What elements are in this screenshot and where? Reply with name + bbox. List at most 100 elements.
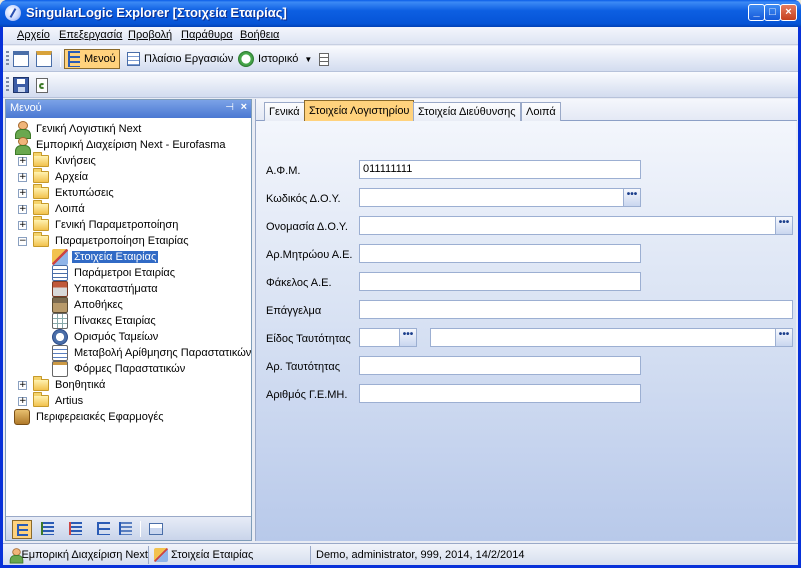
tree-item-company-details[interactable]: Στοιχεία Εταιρίας <box>52 249 160 265</box>
folder-open-icon <box>33 232 49 247</box>
tree-item-label: Υποκαταστήματα <box>74 283 158 295</box>
tree-item-label: Μεταβολή Αρίθμησης Παραστατικών <box>74 347 251 359</box>
tab-general[interactable]: Γενικά <box>264 102 305 121</box>
main-toolbar: Μενού Πλαίσιο Εργασιών Ιστορικό ▼ <box>3 46 798 72</box>
id-type-code-field[interactable]: ••• <box>359 328 417 347</box>
tree-item-label: Λοιπά <box>55 203 85 215</box>
menu-tree: Γενική Λογιστική Next Εμπορική Διαχείρισ… <box>6 118 251 492</box>
status-app-label: Εμπορική Διαχείριση Next <box>21 549 148 561</box>
menu-help[interactable]: Βοήθεια <box>240 29 279 41</box>
hierarchy-button[interactable] <box>118 521 134 537</box>
afm-label: Α.Φ.Μ. <box>266 165 301 177</box>
new-window-icon <box>13 51 29 67</box>
menu-windows[interactable]: Παράθυρα <box>181 29 233 41</box>
menu-toggle-button[interactable]: Μενού <box>64 49 120 69</box>
menu-pane-header: Μενού ⊣ × <box>6 100 251 118</box>
open-button[interactable] <box>36 49 56 69</box>
print-tree-icon <box>149 523 163 535</box>
gemi-field[interactable] <box>359 384 641 403</box>
tree-item-label: Αποθήκες <box>74 299 123 311</box>
folder-field[interactable] <box>359 272 641 291</box>
refresh-doc-button[interactable] <box>36 75 52 95</box>
status-bar: Εμπορική Διαχείριση Next Στοιχεία Εταιρί… <box>3 543 798 565</box>
folder-icon <box>33 152 49 167</box>
print-tree-button[interactable] <box>148 521 164 537</box>
tab-other[interactable]: Λοιπά <box>521 102 561 121</box>
tree-item-prints[interactable]: + Εκτυπώσεις <box>18 184 116 201</box>
save-button[interactable] <box>13 75 33 95</box>
tree-item-warehouses[interactable]: Αποθήκες <box>52 297 125 313</box>
tree-item-company-parameters[interactable]: − Παραμετροποίηση Εταιρίας <box>18 232 191 249</box>
tree-item-commercial-management[interactable]: Εμπορική Διαχείριση Next - Eurofasma <box>14 137 228 155</box>
id-type-desc-field[interactable]: ••• <box>430 328 793 347</box>
tree-item-utilities[interactable]: + Βοηθητικά <box>18 376 107 393</box>
profession-field[interactable] <box>359 300 793 319</box>
afm-field[interactable]: 011111111 <box>359 160 641 179</box>
tree-item-files[interactable]: + Αρχεία <box>18 168 90 185</box>
tree-item-label: Παράμετροι Εταιρίας <box>74 267 176 279</box>
collapse-all-button[interactable] <box>96 521 112 537</box>
tree-item-artius[interactable]: + Artius <box>18 392 85 409</box>
tab-accounting[interactable]: Στοιχεία Λογιστηρίου <box>304 100 415 121</box>
tree-item-general-parameters[interactable]: + Γενική Παραμετροποίηση <box>18 216 180 233</box>
tree-item-general-accounting[interactable]: Γενική Λογιστική Next <box>14 121 143 139</box>
doy-code-lookup-button[interactable]: ••• <box>623 189 640 206</box>
tree-item-document-forms[interactable]: Φόρμες Παραστατικών <box>52 361 187 377</box>
tree-item-other[interactable]: + Λοιπά <box>18 200 87 217</box>
window-title: SingularLogic Explorer [Στοιχεία Εταιρία… <box>26 5 287 20</box>
expand-icon[interactable]: + <box>18 172 27 182</box>
collapse-icon[interactable]: − <box>18 236 27 246</box>
taskbox-label: Πλαίσιο Εργασιών <box>144 53 234 65</box>
toolbar-grip[interactable] <box>6 51 9 67</box>
tree-item-branches[interactable]: Υποκαταστήματα <box>52 281 160 297</box>
tree-item-peripheral-apps[interactable]: Περιφερειακές Εφαρμογές <box>14 409 166 425</box>
doy-name-field[interactable]: ••• <box>359 216 793 235</box>
pin-icon[interactable]: ⊣ <box>225 102 234 113</box>
tab-address[interactable]: Στοιχεία Διεύθυνσης <box>413 102 521 121</box>
menu-file[interactable]: Αρχείο <box>17 29 50 41</box>
tree-item-document-numbering[interactable]: Μεταβολή Αρίθμησης Παραστατικών <box>52 345 251 361</box>
registry-field[interactable] <box>359 244 641 263</box>
id-number-field[interactable] <box>359 356 641 375</box>
maximize-button[interactable]: □ <box>764 4 781 21</box>
new-window-button[interactable] <box>13 49 33 69</box>
menu-edit[interactable]: Επεξεργασία <box>59 29 122 41</box>
title-bar[interactable]: SingularLogic Explorer [Στοιχεία Εταιρία… <box>0 0 801 27</box>
favorites-button[interactable] <box>68 521 84 537</box>
menu-view[interactable]: Προβολή <box>128 29 172 41</box>
expand-all-button[interactable] <box>40 521 56 537</box>
tree-item-movements[interactable]: + Κινήσεις <box>18 152 98 169</box>
expand-icon[interactable]: + <box>18 156 27 166</box>
doy-code-field[interactable]: ••• <box>359 188 641 207</box>
id-type-code-lookup-button[interactable]: ••• <box>399 329 416 346</box>
minimize-button[interactable]: _ <box>748 4 765 21</box>
pane-close-button[interactable]: × <box>241 101 247 113</box>
close-button[interactable]: × <box>780 4 797 21</box>
tree-item-company-settings[interactable]: Παράμετροι Εταιρίας <box>52 265 177 281</box>
taskbox-button[interactable]: Πλαίσιο Εργασιών <box>127 49 233 69</box>
client-area: Αρχείο Επεξεργασία Προβολή Παράθυρα Βοήθ… <box>3 27 798 565</box>
expand-icon[interactable]: + <box>18 220 27 230</box>
expand-icon[interactable]: + <box>18 188 27 198</box>
tree-item-label: Στοιχεία Εταιρίας <box>70 250 160 264</box>
tree-view-button[interactable] <box>12 520 32 539</box>
folder-icon <box>33 184 49 199</box>
expand-icon[interactable]: + <box>18 380 27 390</box>
expand-icon[interactable]: + <box>18 396 27 406</box>
doy-name-lookup-button[interactable]: ••• <box>775 217 792 234</box>
expand-icon[interactable]: + <box>18 204 27 214</box>
id-type-desc-lookup-button[interactable]: ••• <box>775 329 792 346</box>
doy-name-label: Ονομασία Δ.Ο.Υ. <box>266 221 348 233</box>
notes-button[interactable] <box>319 49 333 69</box>
tree-item-company-tables[interactable]: Πίνακες Εταιρίας <box>52 313 158 329</box>
person-icon <box>14 121 31 139</box>
numbering-icon <box>52 345 68 361</box>
app-window: SingularLogic Explorer [Στοιχεία Εταιρία… <box>0 0 801 568</box>
tree-item-cashboxes[interactable]: Ορισμός Ταμείων <box>52 329 160 345</box>
hierarchy-icon <box>119 522 132 535</box>
history-button[interactable]: Ιστορικό ▼ <box>238 49 312 69</box>
cashbox-icon <box>52 329 68 345</box>
toolbar-grip-2[interactable] <box>6 77 9 93</box>
history-dropdown-icon[interactable]: ▼ <box>304 55 312 64</box>
tree-item-label: Κινήσεις <box>55 155 96 167</box>
